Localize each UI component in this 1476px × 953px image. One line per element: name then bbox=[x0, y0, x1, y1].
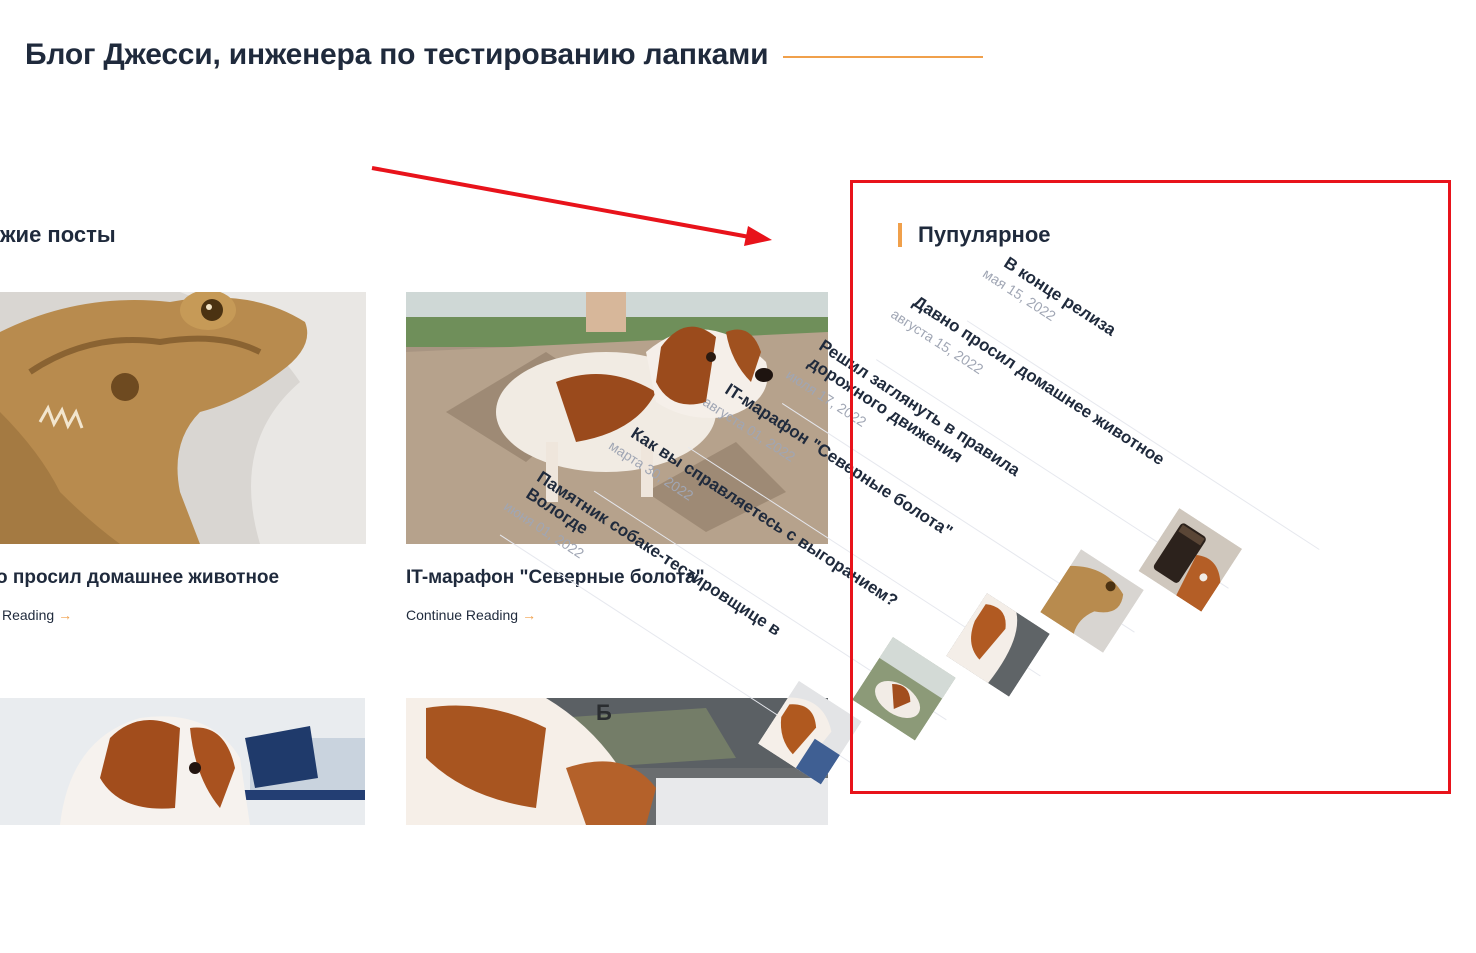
post-title[interactable]: о просил домашнее животное bbox=[0, 567, 279, 589]
popular-list: В конце релиза мая 15, 2022 Давно просил… bbox=[499, 253, 1369, 785]
arrow-right-icon: → bbox=[522, 607, 537, 623]
svg-text:Б: Б bbox=[596, 700, 612, 725]
popular-widget-heading: Пупулярное bbox=[898, 223, 1051, 247]
continue-reading-link[interactable]: Continue Reading → bbox=[406, 607, 536, 623]
recent-posts-heading: ежие посты bbox=[0, 222, 116, 247]
post-image-spaniel-desk[interactable] bbox=[0, 698, 365, 825]
post-image-lizard[interactable] bbox=[0, 292, 366, 544]
title-underline bbox=[783, 56, 983, 58]
arrow-right-icon: → bbox=[58, 607, 73, 623]
continue-reading-link[interactable]: Reading → bbox=[2, 607, 72, 623]
continue-reading-label[interactable]: Reading bbox=[2, 607, 54, 623]
page-title: Блог Джесси, инженера по тестированию ла… bbox=[25, 38, 769, 71]
annotation-arrow bbox=[371, 166, 772, 246]
post-image-spaniel-car[interactable]: Б bbox=[406, 698, 828, 825]
continue-reading-label[interactable]: Continue Reading bbox=[406, 607, 518, 623]
